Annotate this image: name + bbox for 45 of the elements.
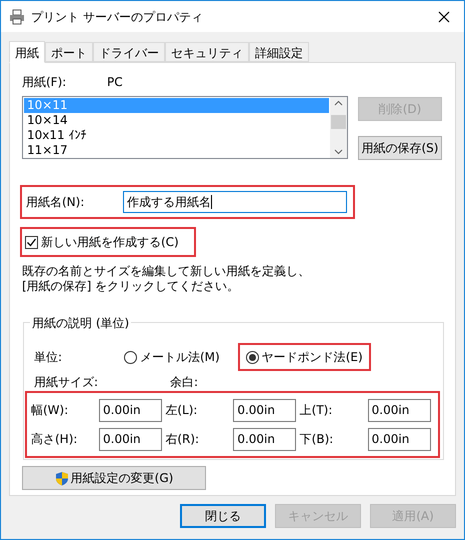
tab[interactable]: ポート (45, 42, 93, 62)
paper-label: 用紙(F): (22, 74, 68, 91)
unit-label: 単位: (34, 349, 64, 366)
dimension-label: 上(T): (300, 402, 334, 419)
dimension-label: 幅(W): (31, 402, 70, 419)
scroll-thumb[interactable] (331, 114, 346, 128)
dimension-label: 右(R): (165, 431, 200, 448)
dimension-label: 左(L): (165, 402, 198, 419)
tab[interactable]: 用紙 (9, 41, 45, 63)
radio-label: メートル法(M) (140, 349, 220, 366)
dimension-label: 下(B): (300, 431, 334, 448)
size-label: 用紙サイズ: (34, 374, 100, 391)
dimension-field[interactable]: 0.00in (233, 428, 296, 450)
server-name: PC (107, 74, 123, 91)
tab[interactable]: ドライバー (93, 42, 165, 62)
dimension-field[interactable]: 0.00in (99, 428, 162, 450)
dialog-button[interactable]: 閉じる (180, 504, 266, 528)
tab[interactable]: セキュリティ (165, 42, 249, 62)
radio-button[interactable] (246, 350, 259, 364)
printer-icon (9, 8, 25, 24)
name-label: 用紙名(N): (26, 194, 86, 211)
dimension-label: 高さ(H): (31, 431, 78, 448)
name-field[interactable]: 作成する用紙名 (123, 191, 347, 213)
window-title: プリント サーバーのプロパティ (31, 8, 203, 26)
hint-text: 既存の名前とサイズを編集して新しい用紙を定義し、[用紙の保存] をクリックしてください。 (22, 264, 311, 294)
radio-label: ヤードポンド法(E) (262, 349, 363, 366)
close-icon[interactable] (438, 10, 450, 22)
margin-label: 余白: (170, 374, 198, 391)
paper-list[interactable]: 10×11 10×14 10x11 ｲﾝﾁ 11×17 (22, 96, 348, 159)
list-item[interactable]: 10x11 ｲﾝﾁ (24, 128, 329, 143)
group-title: 用紙の説明 (単位) (30, 314, 132, 332)
dimension-field[interactable]: 0.00in (368, 428, 431, 450)
tab[interactable]: 詳細設定 (249, 42, 309, 62)
dimension-field[interactable]: 0.00in (99, 398, 162, 422)
dimension-field[interactable]: 0.00in (368, 398, 431, 422)
form-button[interactable]: 用紙の保存(S) (358, 136, 442, 160)
change-settings-button[interactable]: 用紙設定の変更(G) (22, 466, 206, 490)
list-item[interactable]: 10×14 (24, 113, 329, 128)
radio-button[interactable] (124, 350, 137, 364)
scrollbar[interactable] (330, 97, 347, 158)
checkbox-label: 新しい用紙を作成する(C) (41, 234, 179, 251)
list-item[interactable]: 11×17 (24, 143, 329, 158)
shield-icon (54, 470, 69, 486)
checkbox[interactable] (25, 236, 38, 248)
dimension-field[interactable]: 0.00in (233, 398, 296, 422)
